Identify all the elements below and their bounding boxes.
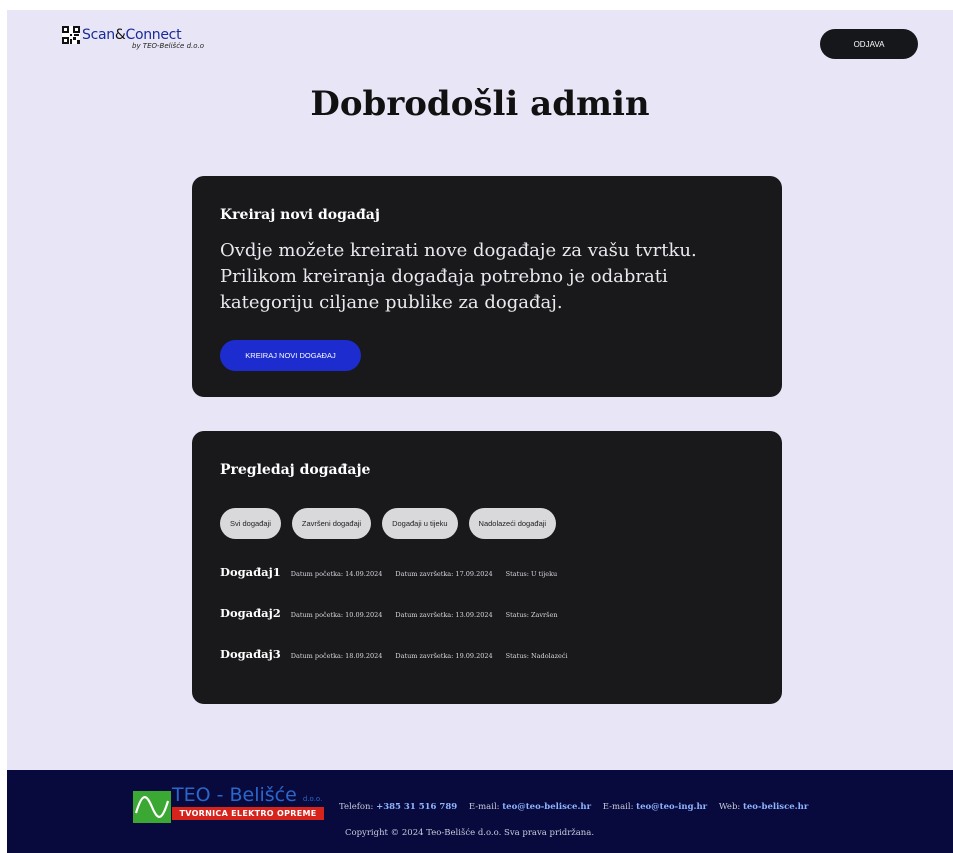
page-title: Dobrodošli admin <box>310 84 650 124</box>
event-row[interactable]: Događaj1 Datum početka: 14.09.2024 Datum… <box>220 565 570 579</box>
event-name[interactable]: Događaj1 <box>220 565 281 579</box>
create-event-button[interactable]: KREIRAJ NOVI DOGAĐAJ <box>220 340 361 371</box>
sine-wave-icon <box>133 791 171 823</box>
web-label: Web: <box>718 802 741 812</box>
event-filters: Svi događaji Završeni događaji Događaji … <box>220 508 557 539</box>
event-start-date: Datum početka: 14.09.2024 <box>290 570 383 578</box>
phone-label: Telefon: <box>339 802 374 812</box>
footer: TEO - Belišće d.o.o. TVORNICA ELEKTRO OP… <box>7 770 953 853</box>
event-status: Status: Nadolazeći <box>505 652 568 660</box>
qr-code-icon <box>62 26 80 44</box>
event-start-date: Datum početka: 10.09.2024 <box>290 611 383 619</box>
phone-link[interactable]: +385 31 516 789 <box>376 802 457 812</box>
create-event-description: Ovdje možete kreirati nove događaje za v… <box>220 240 697 313</box>
filter-ongoing-button[interactable]: Događaji u tijeku <box>382 508 458 539</box>
event-start-date: Datum početka: 18.09.2024 <box>290 652 383 660</box>
email-link[interactable]: teo@teo-belisce.hr <box>502 802 591 812</box>
event-status: Status: U tijeku <box>505 570 558 578</box>
event-end-date: Datum završetka: 17.09.2024 <box>395 570 493 578</box>
event-list-card: Pregledaj događaje Svi događaji Završeni… <box>192 431 782 704</box>
event-name[interactable]: Događaj3 <box>220 647 281 661</box>
event-row[interactable]: Događaj2 Datum početka: 10.09.2024 Datum… <box>220 606 571 620</box>
logo-text: Scan&Connect <box>82 27 182 43</box>
event-list-title: Pregledaj događaje <box>220 462 371 478</box>
email-label: E-mail: <box>602 802 634 812</box>
page: Scan&Connect by TEO-Belišće d.o.o ODJAVA… <box>7 10 953 853</box>
filter-all-button[interactable]: Svi događaji <box>220 508 281 539</box>
app-logo[interactable]: Scan&Connect by TEO-Belišće d.o.o <box>62 26 204 50</box>
footer-contacts: Telefon: +385 31 516 789 E-mail: teo@teo… <box>339 802 808 812</box>
web-link[interactable]: teo-belisce.hr <box>743 802 808 812</box>
create-event-card: Kreiraj novi događaj Ovdje možete kreira… <box>192 176 782 397</box>
event-row[interactable]: Događaj3 Datum početka: 18.09.2024 Datum… <box>220 647 581 661</box>
footer-tagline: TVORNICA ELEKTRO OPREME <box>172 807 324 820</box>
create-event-title: Kreiraj novi događaj <box>220 207 380 223</box>
event-end-date: Datum završetka: 19.09.2024 <box>395 652 493 660</box>
logout-button[interactable]: ODJAVA <box>820 29 918 59</box>
event-status: Status: Završen <box>505 611 558 619</box>
footer-copyright: Copyright © 2024 Teo-Belišće d.o.o. Sva … <box>345 828 595 838</box>
email-label: E-mail: <box>468 802 500 812</box>
event-name[interactable]: Događaj2 <box>220 606 281 620</box>
filter-finished-button[interactable]: Završeni događaji <box>291 508 372 539</box>
event-end-date: Datum završetka: 13.09.2024 <box>395 611 493 619</box>
filter-upcoming-button[interactable]: Nadolazeći događaji <box>468 508 557 539</box>
email-link[interactable]: teo@teo-ing.hr <box>636 802 707 812</box>
logo-subtitle: by TEO-Belišće d.o.o <box>132 42 205 50</box>
